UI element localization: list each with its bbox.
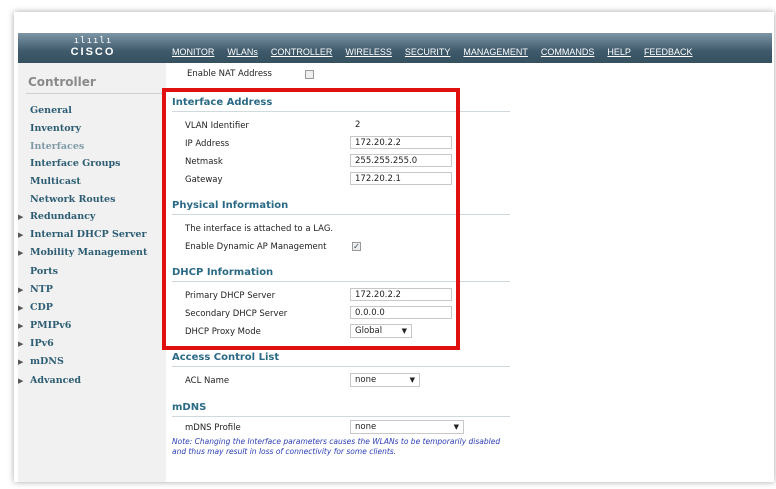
enable-nat-label: Enable NAT Address xyxy=(187,69,272,79)
chevron-right-icon: ▶ xyxy=(18,285,24,294)
chevron-right-icon: ▶ xyxy=(18,248,24,257)
chevron-right-icon: ▶ xyxy=(18,212,24,221)
nav-wireless[interactable]: WIRELESS xyxy=(345,47,392,61)
sidebar-item-interfaces[interactable]: Interfaces xyxy=(30,141,84,152)
section-divider xyxy=(172,416,510,417)
section-access-control-list: Access Control List xyxy=(172,352,280,363)
sidebar-item-label: Multicast xyxy=(30,176,81,187)
sidebar-item-inventory[interactable]: Inventory xyxy=(30,123,81,134)
main-nav: MONITOR WLANs CONTROLLER WIRELESS SECURI… xyxy=(172,47,705,61)
sidebar-item-ntp[interactable]: ▶ NTP xyxy=(18,284,53,295)
mdns-profile-select[interactable]: none ▼ xyxy=(350,420,464,434)
sidebar-divider xyxy=(26,93,162,94)
sidebar-item-label: Interfaces xyxy=(30,141,85,152)
nav-security[interactable]: SECURITY xyxy=(405,47,451,61)
sidebar-item-label: Inventory xyxy=(30,123,82,134)
sidebar-item-label: CDP xyxy=(30,302,53,313)
sidebar-item-label: NTP xyxy=(30,284,53,295)
sidebar-item-pmipv6[interactable]: ▶ PMIPv6 xyxy=(18,320,71,331)
chevron-down-icon: ▼ xyxy=(409,376,415,384)
mdns-profile-value: none xyxy=(355,422,377,432)
nav-controller[interactable]: CONTROLLER xyxy=(271,47,333,61)
acl-name-label: ACL Name xyxy=(185,376,230,386)
acl-name-select[interactable]: none ▼ xyxy=(350,373,420,387)
sidebar-item-cdp[interactable]: ▶ CDP xyxy=(18,302,53,313)
sidebar-item-label: General xyxy=(30,105,72,116)
cisco-logo-text: CISCO xyxy=(70,46,116,58)
interface-change-note: Note: Changing the Interface parameters … xyxy=(172,437,501,456)
nav-monitor[interactable]: MONITOR xyxy=(172,47,214,61)
sidebar-item-label: Internal DHCP Server xyxy=(30,229,147,240)
section-mdns: mDNS xyxy=(172,402,207,413)
acl-name-value: none xyxy=(355,375,377,385)
sidebar-item-general[interactable]: General xyxy=(30,105,72,116)
highlight-box xyxy=(162,88,460,350)
sidebar-item-label: Redundancy xyxy=(30,211,96,222)
sidebar: Controller General Inventory Interfaces Int… xyxy=(18,63,166,482)
sidebar-item-label: Network Routes xyxy=(30,194,116,205)
sidebar-item-label: Ports xyxy=(30,266,58,277)
chevron-right-icon: ▶ xyxy=(18,376,24,385)
sidebar-item-label: Interface Groups xyxy=(30,158,121,169)
sidebar-item-label: PMIPv6 xyxy=(30,320,72,331)
section-divider xyxy=(172,366,510,367)
sidebar-item-interface-groups[interactable]: Interface Groups xyxy=(30,158,121,169)
cisco-logo: ılıılı CISCO xyxy=(18,33,168,63)
enable-nat-checkbox[interactable] xyxy=(305,70,314,79)
sidebar-item-multicast[interactable]: Multicast xyxy=(30,176,81,187)
chevron-down-icon: ▼ xyxy=(453,423,459,431)
sidebar-item-mdns[interactable]: ▶ mDNS xyxy=(18,356,64,367)
sidebar-item-mobility-management[interactable]: ▶ Mobility Management xyxy=(18,247,147,258)
chevron-right-icon: ▶ xyxy=(18,321,24,330)
nav-management[interactable]: MANAGEMENT xyxy=(463,47,528,61)
sidebar-item-network-routes[interactable]: Network Routes xyxy=(30,194,115,205)
mdns-profile-label: mDNS Profile xyxy=(185,423,241,433)
sidebar-item-label: Mobility Management xyxy=(30,247,148,258)
sidebar-item-ports[interactable]: Ports xyxy=(30,266,58,277)
sidebar-item-label: IPv6 xyxy=(30,338,54,349)
sidebar-item-internal-dhcp-server[interactable]: ▶ Internal DHCP Server xyxy=(18,229,146,240)
nav-help[interactable]: HELP xyxy=(607,47,631,61)
chevron-right-icon: ▶ xyxy=(18,303,24,312)
nav-feedback[interactable]: FEEDBACK xyxy=(644,47,693,61)
sidebar-title: Controller xyxy=(28,75,96,89)
sidebar-item-ipv6[interactable]: ▶ IPv6 xyxy=(18,338,54,349)
nav-wlans[interactable]: WLANs xyxy=(227,47,258,61)
sidebar-item-advanced[interactable]: ▶ Advanced xyxy=(18,375,81,386)
nav-commands[interactable]: COMMANDS xyxy=(541,47,595,61)
chevron-right-icon: ▶ xyxy=(18,339,24,348)
cisco-logo-bars: ılıılı xyxy=(73,36,113,46)
sidebar-item-redundancy[interactable]: ▶ Redundancy xyxy=(18,211,95,222)
chevron-right-icon: ▶ xyxy=(18,230,24,239)
sidebar-item-label: Advanced xyxy=(30,375,82,386)
sidebar-item-label: mDNS xyxy=(30,356,64,367)
chevron-right-icon: ▶ xyxy=(18,357,24,366)
